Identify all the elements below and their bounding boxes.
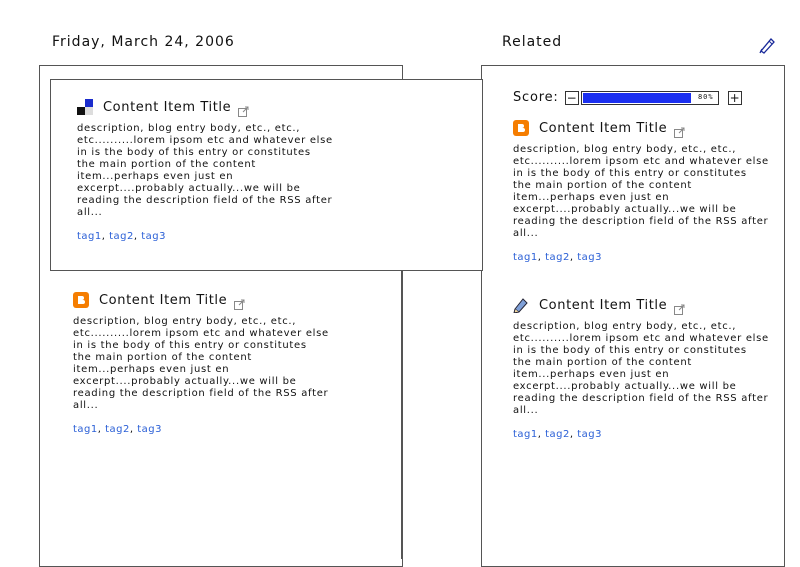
tag-link[interactable]: tag2 <box>105 424 130 435</box>
item-title[interactable]: Content Item Title <box>103 100 231 115</box>
tag-link[interactable]: tag3 <box>137 424 162 435</box>
item-title[interactable]: Content Item Title <box>539 298 667 313</box>
score-bar-fill <box>582 92 692 103</box>
item-tags: tag1, tag2, tag3 <box>513 252 603 263</box>
tag-link[interactable]: tag1 <box>77 231 102 242</box>
item-description: description, blog entry body, etc., etc.… <box>513 144 769 239</box>
related-heading: Related <box>502 34 563 50</box>
external-link-icon[interactable] <box>234 295 245 310</box>
related-item: Content Item Title description, blog ent… <box>513 295 773 441</box>
content-item: Content Item Title description, blog ent… <box>73 290 333 435</box>
tag-link[interactable]: tag2 <box>545 252 570 263</box>
score-label: Score: <box>513 90 559 105</box>
external-link-icon[interactable] <box>238 102 249 117</box>
score-control: Score: − 80% + <box>513 90 742 105</box>
tag-link[interactable]: tag2 <box>109 231 134 242</box>
external-link-icon[interactable] <box>674 300 685 315</box>
item-tags: tag1, tag2, tag3 <box>77 231 167 242</box>
item-title[interactable]: Content Item Title <box>99 293 227 308</box>
squares-icon <box>77 99 93 115</box>
item-description: description, blog entry body, etc., etc.… <box>513 321 769 416</box>
score-increase-button[interactable]: + <box>727 90 742 105</box>
tag-link[interactable]: tag1 <box>513 252 538 263</box>
item-tags: tag1, tag2, tag3 <box>513 429 603 440</box>
item-description: description, blog entry body, etc., etc.… <box>77 123 333 218</box>
content-item: Content Item Title description, blog ent… <box>77 97 337 242</box>
score-bar[interactable]: 80% <box>580 90 719 105</box>
tag-link[interactable]: tag3 <box>141 231 166 242</box>
tag-link[interactable]: tag1 <box>73 424 98 435</box>
item-description: description, blog entry body, etc., etc.… <box>73 316 329 411</box>
item-title[interactable]: Content Item Title <box>539 121 667 136</box>
date-heading: Friday, March 24, 2006 <box>52 34 235 50</box>
blogger-icon <box>73 292 89 308</box>
tag-link[interactable]: tag3 <box>577 429 602 440</box>
score-percent: 80% <box>697 92 714 101</box>
blogger-icon <box>513 120 529 136</box>
tag-link[interactable]: tag2 <box>545 429 570 440</box>
tag-link[interactable]: tag3 <box>577 252 602 263</box>
pencil-icon <box>513 297 529 314</box>
edit-pen-icon[interactable] <box>758 36 776 54</box>
external-link-icon[interactable] <box>674 123 685 138</box>
tag-link[interactable]: tag1 <box>513 429 538 440</box>
score-decrease-button[interactable]: − <box>564 90 579 105</box>
item-tags: tag1, tag2, tag3 <box>73 424 163 435</box>
column-divider <box>401 269 402 559</box>
related-item: Content Item Title description, blog ent… <box>513 118 773 263</box>
